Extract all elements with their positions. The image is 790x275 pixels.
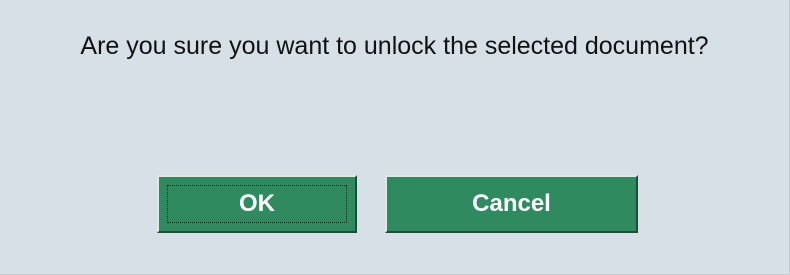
ok-button-label: OK: [239, 190, 275, 217]
cancel-button[interactable]: Cancel: [385, 175, 638, 233]
cancel-button-label: Cancel: [472, 190, 551, 217]
confirm-dialog: Are you sure you want to unlock the sele…: [0, 0, 790, 275]
ok-button[interactable]: OK: [157, 175, 357, 233]
confirmation-message: Are you sure you want to unlock the sele…: [80, 32, 709, 60]
